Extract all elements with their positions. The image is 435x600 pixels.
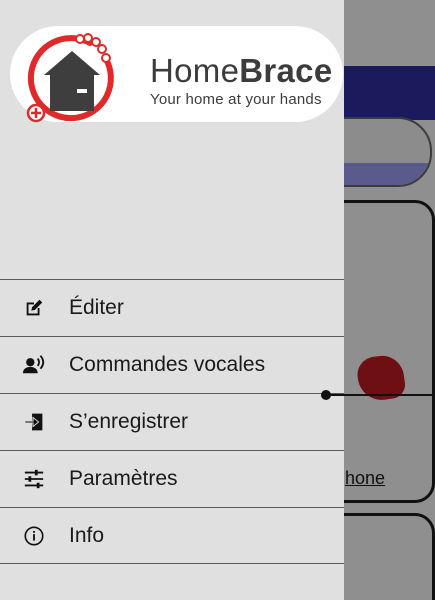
settings-sliders-icon: [22, 467, 46, 491]
drawer-menu: Éditer Commandes vocales S’enregistrer P…: [0, 279, 344, 564]
background-link: hone: [345, 468, 386, 488]
pointer-line: [330, 394, 435, 396]
brand-tagline: Your home at your hands: [150, 91, 322, 108]
menu-item-voice-commands[interactable]: Commandes vocales: [0, 336, 344, 393]
menu-label: S’enregistrer: [69, 410, 189, 433]
menu-item-edit[interactable]: Éditer: [0, 279, 344, 336]
login-icon: [22, 410, 46, 434]
menu-label: Commandes vocales: [69, 353, 266, 376]
brand-header: HomeBrace Your home at your hands: [10, 26, 343, 123]
menu-item-settings[interactable]: Paramètres: [0, 450, 344, 507]
info-icon: [22, 524, 46, 548]
menu-label: Éditer: [69, 296, 124, 319]
brand-name: HomeBrace: [150, 52, 333, 89]
edit-icon: [22, 296, 46, 320]
menu-item-info[interactable]: Info: [0, 507, 344, 564]
homebrace-logo-icon: [26, 33, 114, 123]
voice-command-icon: [22, 353, 46, 377]
menu-label: Paramètres: [69, 467, 178, 490]
background-navbar: [344, 66, 435, 120]
navigation-drawer: HomeBrace Your home at your hands Éditer: [0, 0, 344, 600]
menu-item-register[interactable]: S’enregistrer: [0, 393, 344, 450]
menu-label: Info: [69, 523, 105, 547]
